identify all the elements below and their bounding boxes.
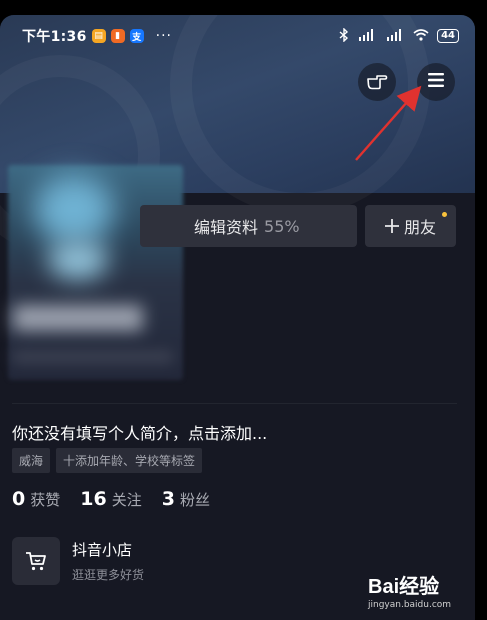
- note-app-icon: ▤: [91, 29, 106, 43]
- stat-likes[interactable]: 0 获赞: [12, 488, 60, 510]
- add-friend-button[interactable]: 朋友: [365, 205, 456, 247]
- profile-completion-percent: 55%: [264, 216, 300, 236]
- plus-icon: [384, 219, 399, 233]
- stat-likes-label: 获赞: [30, 491, 61, 509]
- wifi-icon: [413, 28, 429, 44]
- watermark-logo: Bai经验: [368, 576, 440, 598]
- pointing-hand-icon: [366, 70, 388, 94]
- phone-screen: 下午1:36 ▤ ▮ 支 ··· 44 编辑资料 55% 朋友 你还没有填写个人…: [0, 15, 475, 620]
- edit-profile-button[interactable]: 编辑资料 55%: [140, 205, 357, 247]
- bio-text[interactable]: 你还没有填写个人简介，点击添加...: [12, 420, 267, 444]
- stat-followers-label: 粉丝: [179, 491, 210, 509]
- add-tags-button[interactable]: 十添加年龄、学校等标签: [56, 448, 203, 473]
- add-friend-label: 朋友: [403, 218, 436, 237]
- hamburger-menu-icon: [427, 72, 445, 92]
- stat-following-count: 16: [80, 488, 107, 510]
- alipay-app-icon: 支: [129, 29, 144, 43]
- signal-icon: [357, 28, 377, 44]
- status-time: 下午1:36: [22, 29, 87, 45]
- status-bar: 下午1:36 ▤ ▮ 支 ··· 44: [0, 15, 475, 57]
- status-indicators: 44: [339, 26, 459, 45]
- stat-following[interactable]: 16 关注: [80, 488, 141, 510]
- battery-indicator: 44: [437, 29, 459, 43]
- location-tag[interactable]: 威海: [12, 448, 51, 473]
- notification-dot: [442, 212, 447, 217]
- stat-following-label: 关注: [111, 491, 142, 509]
- stat-followers[interactable]: 3 粉丝: [162, 488, 210, 510]
- menu-button[interactable]: [417, 63, 455, 101]
- shop-title: 抖音小店: [72, 541, 133, 559]
- gesture-button[interactable]: [358, 63, 396, 101]
- profile-tags: 威海 十添加年龄、学校等标签: [12, 448, 203, 473]
- profile-stats: 0 获赞 16 关注 3 粉丝: [12, 488, 210, 510]
- shopping-cart-icon: [12, 537, 60, 585]
- bluetooth-icon: [339, 26, 349, 45]
- stat-likes-count: 0: [12, 488, 26, 510]
- avatar-blurred[interactable]: [8, 165, 183, 380]
- divider: [12, 403, 457, 404]
- signal-icon: [385, 28, 405, 44]
- shop-subtitle: 逛逛更多好货: [72, 568, 145, 582]
- stat-followers-count: 3: [161, 488, 175, 510]
- book-app-icon: ▮: [110, 29, 125, 43]
- more-notifications-icon: ···: [155, 28, 172, 44]
- watermark-url: jingyan.baidu.com: [368, 600, 452, 610]
- baidu-jingyan-watermark: Bai经验 jingyan.baidu.com: [368, 570, 451, 610]
- edit-profile-label: 编辑资料: [194, 218, 259, 237]
- shop-entry[interactable]: 抖音小店 逛逛更多好货: [12, 537, 144, 585]
